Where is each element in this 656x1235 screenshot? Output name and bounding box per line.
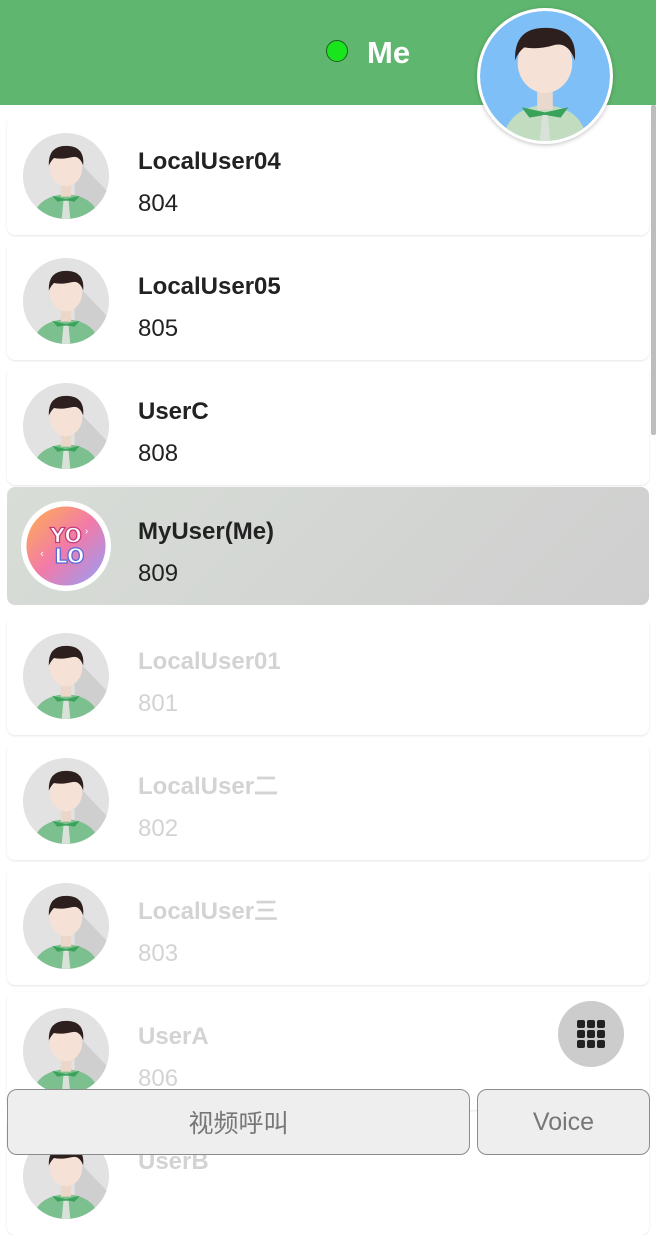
header-title: Me	[367, 35, 411, 70]
contact-name: LocalUser二	[138, 773, 279, 800]
contact-number: 803	[138, 940, 179, 967]
person-avatar-icon	[23, 883, 109, 969]
contact-row[interactable]: LocalUser二 802	[7, 742, 649, 860]
contact-name: LocalUser01	[138, 648, 281, 675]
person-avatar-icon	[23, 383, 109, 469]
person-avatar-icon	[23, 633, 109, 719]
person-avatar-icon	[23, 758, 109, 844]
contact-number: 808	[138, 440, 179, 467]
contact-number: 804	[138, 190, 179, 217]
my-avatar[interactable]	[477, 8, 613, 144]
video-call-button[interactable]: 视频呼叫	[7, 1089, 470, 1155]
contact-number: 809	[138, 560, 179, 587]
svg-text:LO: LO	[54, 544, 84, 568]
scrollbar[interactable]	[651, 105, 656, 435]
contact-row-selected[interactable]: YO LO ‹ › MyUser(Me) 809	[7, 487, 649, 605]
svg-text:‹: ‹	[40, 548, 43, 559]
dialpad-icon	[577, 1020, 605, 1048]
contact-number: 801	[138, 690, 179, 717]
voice-call-button[interactable]: Voice	[477, 1089, 650, 1155]
contact-name: UserC	[138, 398, 209, 425]
contact-row[interactable]: UserC 808	[7, 367, 649, 485]
contact-name: LocalUser04	[138, 148, 281, 175]
online-status-icon	[326, 40, 348, 62]
contact-name: LocalUser三	[138, 898, 279, 925]
svg-text:›: ›	[85, 526, 88, 537]
contact-row[interactable]: LocalUser三 803	[7, 867, 649, 985]
person-avatar-icon	[23, 258, 109, 344]
contact-name: LocalUser05	[138, 273, 281, 300]
contact-number: 805	[138, 315, 179, 342]
contact-row[interactable]: LocalUser05 805	[7, 242, 649, 360]
person-avatar-icon	[480, 11, 610, 141]
yolo-avatar-icon: YO LO ‹ ›	[23, 503, 109, 589]
contact-number: 802	[138, 815, 179, 842]
person-avatar-icon	[23, 133, 109, 219]
contact-row[interactable]: LocalUser01 801	[7, 617, 649, 735]
dialpad-button[interactable]	[558, 1001, 624, 1067]
person-avatar-icon	[23, 1008, 109, 1094]
contact-name: UserA	[138, 1023, 209, 1050]
contact-name: MyUser(Me)	[138, 518, 275, 545]
